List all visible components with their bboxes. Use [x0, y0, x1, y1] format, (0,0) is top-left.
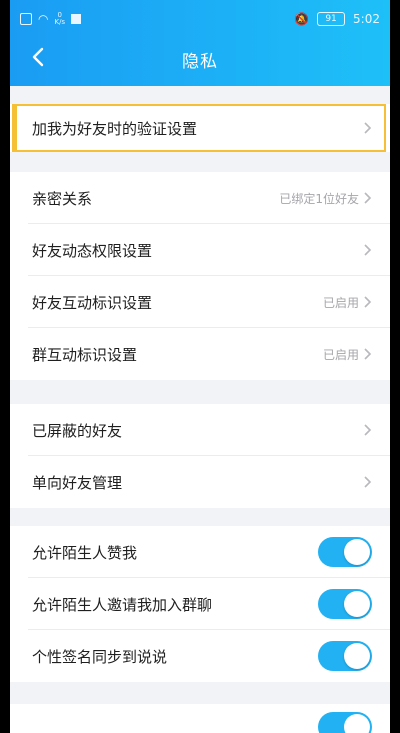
mute-bell-icon: 🔕 — [294, 12, 310, 26]
allow-stranger-likes-toggle[interactable] — [318, 537, 372, 567]
settings-row-allow-stranger-likes: 允许陌生人赞我 — [10, 526, 390, 578]
settings-row-friend-interaction-badges[interactable]: 好友互动标识设置 已启用 — [10, 276, 390, 328]
chevron-right-icon — [364, 348, 372, 360]
toggle-knob — [344, 643, 370, 669]
row-label: 好友互动标识设置 — [32, 293, 153, 312]
notification-icon — [71, 14, 82, 24]
toggles-group: 允许陌生人赞我 允许陌生人邀请我加入群聊 个性签名同步到说说 — [10, 526, 390, 682]
chevron-right-icon — [364, 122, 372, 134]
friends-group: 已屏蔽的好友 单向好友管理 — [10, 404, 390, 508]
network-speed: 0 K/s — [54, 11, 66, 26]
row-label: 已屏蔽的好友 — [32, 421, 123, 440]
row-label: 允许陌生人邀请我加入群聊 — [32, 595, 213, 614]
row-label: 允许陌生人赞我 — [32, 543, 138, 562]
chevron-right-icon — [364, 244, 372, 256]
row-label: 单向好友管理 — [32, 473, 123, 492]
row-label: 群互动标识设置 — [32, 345, 138, 364]
settings-row-group-interaction-badges[interactable]: 群互动标识设置 已启用 — [10, 328, 390, 380]
chevron-right-icon — [364, 424, 372, 436]
partial-toggle[interactable] — [318, 712, 372, 733]
settings-row-sync-signature: 个性签名同步到说说 — [10, 630, 390, 682]
sync-signature-toggle[interactable] — [318, 641, 372, 671]
app-bar: ◠ 0 K/s 🔕 91 5:02 隐私 — [10, 0, 390, 86]
allow-stranger-group-invite-toggle[interactable] — [318, 589, 372, 619]
row-value: 已绑定1位好友 — [279, 191, 359, 206]
status-bar: ◠ 0 K/s 🔕 91 5:02 — [10, 0, 390, 36]
status-left: ◠ 0 K/s — [20, 11, 82, 26]
chevron-right-icon — [364, 192, 372, 204]
status-right: 🔕 91 5:02 — [294, 12, 380, 26]
settings-row-friend-verification[interactable]: 加我为好友时的验证设置 — [10, 104, 390, 152]
row-label: 加我为好友时的验证设置 — [32, 119, 198, 138]
clock: 5:02 — [353, 12, 380, 26]
battery-level: 91 — [317, 12, 346, 26]
toggle-knob — [344, 714, 370, 733]
row-label: 亲密关系 — [32, 189, 93, 208]
settings-row-intimate-relations[interactable]: 亲密关系 已绑定1位好友 — [10, 172, 390, 224]
page-title: 隐私 — [182, 52, 218, 72]
row-value: 已启用 — [322, 295, 359, 310]
sim-icon — [20, 13, 32, 25]
settings-row-feed-permissions[interactable]: 好友动态权限设置 — [10, 224, 390, 276]
chevron-right-icon — [364, 476, 372, 488]
toggle-knob — [344, 591, 370, 617]
verify-group: 加我为好友时的验证设置 — [10, 104, 390, 152]
settings-row-allow-stranger-group-invite: 允许陌生人邀请我加入群聊 — [10, 578, 390, 630]
chevron-right-icon — [364, 296, 372, 308]
privacy-screen: ◠ 0 K/s 🔕 91 5:02 隐私 加我为好友时的验证设置 亲密关系 已绑… — [10, 0, 390, 733]
toggle-knob — [344, 539, 370, 565]
row-label: 个性签名同步到说说 — [32, 647, 168, 666]
settings-row-blocked-friends[interactable]: 已屏蔽的好友 — [10, 404, 390, 456]
row-value: 已启用 — [322, 347, 359, 362]
row-label: 好友动态权限设置 — [32, 241, 153, 260]
wifi-icon: ◠ — [38, 12, 49, 26]
relations-group: 亲密关系 已绑定1位好友 好友动态权限设置 好友互动标识设置 已启用 群互动标识… — [10, 172, 390, 380]
settings-row-one-way-friends[interactable]: 单向好友管理 — [10, 456, 390, 508]
